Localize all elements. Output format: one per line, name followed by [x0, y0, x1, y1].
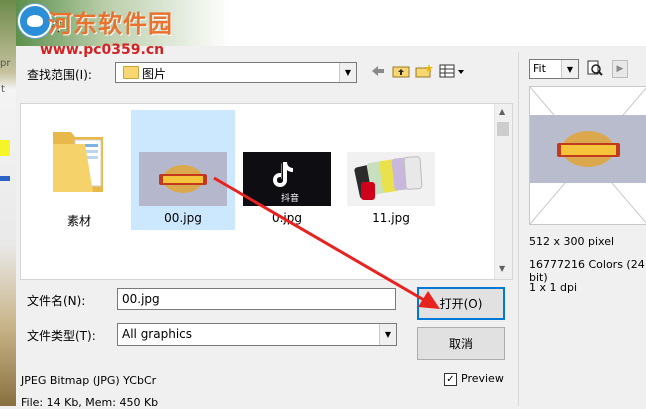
- list-item-selected-image[interactable]: 00.jpg: [131, 110, 235, 230]
- filename-label: 文件名(N):: [27, 294, 86, 308]
- list-item-folder[interactable]: 素材: [27, 110, 131, 230]
- look-in-dropdown[interactable]: 图片 ▼: [115, 62, 357, 83]
- scrollbar-thumb[interactable]: [497, 122, 509, 136]
- watermark-url: www.pc0359.cn: [40, 42, 165, 58]
- chevron-down-icon[interactable]: ▼: [561, 60, 578, 78]
- list-item-image[interactable]: 11.jpg: [339, 110, 443, 230]
- magnifier-page-icon: [587, 60, 603, 76]
- filetype-dropdown[interactable]: All graphics ▼: [117, 323, 397, 346]
- size-info: File: 14 Kb, Mem: 450 Kb: [21, 396, 159, 409]
- folder-icon: [53, 132, 103, 192]
- filename-input[interactable]: [117, 288, 396, 310]
- back-arrow-icon: [372, 66, 384, 76]
- thumbnail-text: 抖音: [281, 194, 300, 204]
- image-dimensions: 512 x 300 pixel: [529, 235, 615, 248]
- open-button[interactable]: 打开(O): [417, 287, 505, 320]
- look-in-value: 图片: [142, 67, 167, 81]
- new-folder-icon: [415, 64, 433, 78]
- preview-label: Preview: [461, 372, 504, 385]
- file-list[interactable]: 素材 00.jpg 抖音 0.jpg 11.jpg ▲ ▼: [20, 103, 513, 280]
- view-menu-icon: [439, 64, 464, 78]
- image-preview: [529, 86, 646, 225]
- background-bar: [0, 176, 10, 181]
- file-name: 11.jpg: [372, 211, 410, 225]
- list-item-image[interactable]: 抖音 0.jpg: [235, 110, 339, 230]
- new-folder-button[interactable]: [414, 62, 434, 80]
- up-folder-icon: [392, 66, 410, 78]
- watermark-logo-icon: [18, 4, 52, 38]
- title-bar: 打开 河东软件园: [16, 0, 646, 46]
- vertical-scrollbar[interactable]: ▲ ▼: [494, 104, 512, 279]
- look-in-label: 查找范围(I):: [27, 68, 92, 82]
- background-highlight: [0, 140, 10, 156]
- cancel-button[interactable]: 取消: [417, 327, 505, 360]
- file-name: 素材: [66, 214, 91, 228]
- image-thumbnail: [347, 152, 435, 206]
- chevron-down-icon[interactable]: ▼: [379, 324, 396, 345]
- background-text: pr: [0, 58, 11, 69]
- next-page-button[interactable]: ▶: [612, 60, 628, 78]
- file-name: 00.jpg: [164, 211, 202, 225]
- filetype-label: 文件类型(T):: [27, 329, 96, 343]
- preview-checkbox[interactable]: ✓: [444, 373, 457, 386]
- view-menu-button[interactable]: [438, 62, 466, 80]
- back-button[interactable]: [368, 62, 388, 80]
- panel-divider: [518, 52, 519, 406]
- zoom-dropdown[interactable]: Fit ▼: [529, 59, 579, 79]
- watermark-site-name: 河东软件园: [48, 10, 173, 38]
- up-folder-button[interactable]: [391, 62, 411, 80]
- preview-image: [530, 115, 646, 183]
- folder-icon: [123, 66, 139, 79]
- image-dpi: 1 x 1 dpi: [529, 281, 578, 294]
- chevron-down-icon[interactable]: ▼: [339, 63, 356, 82]
- scroll-down-icon[interactable]: ▼: [499, 264, 505, 273]
- image-thumbnail: [139, 152, 227, 206]
- file-name: 0.jpg: [271, 211, 303, 225]
- format-info: JPEG Bitmap (JPG) YCbCr: [21, 374, 157, 387]
- scroll-up-icon[interactable]: ▲: [499, 107, 505, 116]
- filetype-value: All graphics: [122, 327, 193, 341]
- zoom-value: Fit: [533, 62, 546, 75]
- zoom-tool-button[interactable]: [587, 60, 603, 76]
- background-text: t: [1, 84, 5, 95]
